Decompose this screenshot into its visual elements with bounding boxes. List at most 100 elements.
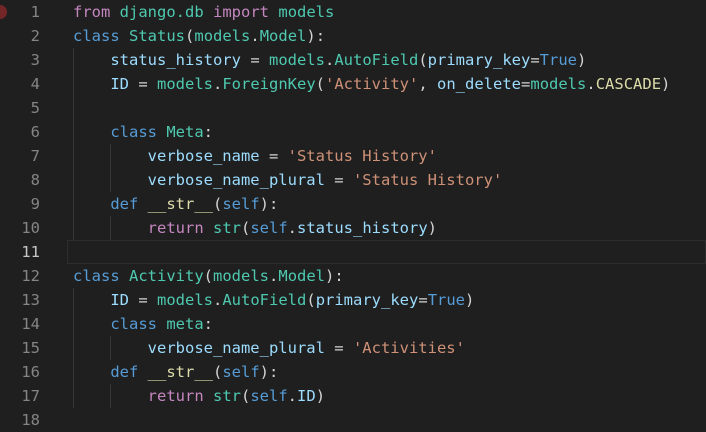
token-variable: on_delete xyxy=(437,75,522,93)
code-text[interactable]: ID = models.AutoField(primary_key=True) xyxy=(73,288,474,312)
code-line[interactable]: 9 def __str__(self): xyxy=(0,192,706,216)
line-number[interactable]: 13 xyxy=(0,288,40,312)
code-line[interactable]: 4 ID = models.ForeignKey('Activity', on_… xyxy=(0,72,706,96)
code-text[interactable]: from django.db import models xyxy=(73,0,334,24)
code-line[interactable]: 1 from django.db import models xyxy=(0,0,706,24)
code-line[interactable]: 18 xyxy=(0,408,706,432)
token-plain: . xyxy=(269,267,279,285)
token-type: models xyxy=(194,27,251,45)
code-line[interactable]: 2 class Status(models.Model): xyxy=(0,24,706,48)
token-keyword: def xyxy=(110,363,139,381)
code-text[interactable]: def __str__(self): xyxy=(73,192,278,216)
code-line[interactable]: 14 class meta: xyxy=(0,312,706,336)
line-number[interactable]: 8 xyxy=(0,168,40,192)
token-plain: ) xyxy=(315,387,326,405)
line-number[interactable]: 14 xyxy=(0,312,40,336)
token-type: models xyxy=(530,75,587,93)
code-text[interactable]: class Meta: xyxy=(73,120,213,144)
line-number[interactable]: 15 xyxy=(0,336,40,360)
token-keyword: self xyxy=(222,363,260,381)
token-keyword: True xyxy=(427,291,466,309)
token-function: CASCADE xyxy=(595,75,662,93)
line-number[interactable]: 9 xyxy=(0,192,40,216)
code-text[interactable]: return str(self.status_history) xyxy=(73,216,437,240)
token-variable: ID xyxy=(110,75,129,93)
token-string: 'Status History' xyxy=(352,171,503,189)
token-control: from xyxy=(73,3,111,21)
code-text[interactable]: return str(self.ID) xyxy=(73,384,325,408)
token-type: AutoField xyxy=(334,51,419,69)
code-line[interactable]: 13 ID = models.AutoField(primary_key=Tru… xyxy=(0,288,706,312)
code-text[interactable]: class Activity(models.Model): xyxy=(73,264,344,288)
line-number[interactable]: 6 xyxy=(0,120,40,144)
line-number[interactable]: 2 xyxy=(0,24,40,48)
token-keyword: class xyxy=(110,315,157,333)
code-text[interactable]: ID = models.ForeignKey('Activity', on_de… xyxy=(73,72,670,96)
token-variable: status_history xyxy=(110,51,241,69)
line-number[interactable]: 1 xyxy=(0,0,40,24)
code-text[interactable]: status_history = models.AutoField(primar… xyxy=(73,48,586,72)
token-plain: ( xyxy=(213,363,223,381)
line-number[interactable]: 4 xyxy=(0,72,40,96)
token-keyword: class xyxy=(73,27,120,45)
line-number[interactable]: 11 xyxy=(0,240,40,264)
code-area[interactable]: 1 from django.db import models 2 class Stat… xyxy=(0,0,706,432)
line-number[interactable]: 16 xyxy=(0,360,40,384)
code-text[interactable]: class meta: xyxy=(73,312,213,336)
token-plain: = xyxy=(324,339,353,357)
code-line[interactable]: 6 class Meta: xyxy=(0,120,706,144)
code-text[interactable]: verbose_name_plural = 'Activities' xyxy=(73,336,465,360)
token-type: AutoField xyxy=(222,291,307,309)
token-type: str xyxy=(213,219,241,237)
line-number[interactable]: 10 xyxy=(0,216,40,240)
code-line[interactable]: 11 xyxy=(0,240,706,264)
token-keyword: self xyxy=(250,387,288,405)
token-string: 'Status History' xyxy=(287,147,437,165)
code-text[interactable]: class Status(models.Model): xyxy=(73,24,325,48)
code-line[interactable]: 17 return str(self.ID) xyxy=(0,384,706,408)
code-line[interactable]: 5 xyxy=(0,96,706,120)
token-plain: ( xyxy=(185,27,195,45)
code-line[interactable]: 3 status_history = models.AutoField(prim… xyxy=(0,48,706,72)
token-keyword: self xyxy=(250,219,288,237)
code-text[interactable]: verbose_name_plural = 'Status History' xyxy=(73,168,503,192)
line-number[interactable]: 3 xyxy=(0,48,40,72)
code-text[interactable]: def __str__(self): xyxy=(73,360,278,384)
token-plain: ) xyxy=(661,75,671,93)
line-number[interactable]: 12 xyxy=(0,264,40,288)
indent-guide xyxy=(73,96,74,120)
token-type: Activity xyxy=(129,267,204,285)
token-plain: ) xyxy=(427,219,438,237)
code-line[interactable]: 10 return str(self.status_history) xyxy=(0,216,706,240)
token-plain: , xyxy=(418,75,438,93)
token-type: ForeignKey xyxy=(222,75,316,93)
code-line[interactable]: 12 class Activity(models.Model): xyxy=(0,264,706,288)
token-variable: verbose_name xyxy=(147,147,260,165)
token-variable: status_history xyxy=(297,219,428,237)
token-variable: verbose_name_plural xyxy=(147,339,325,357)
line-number[interactable]: 17 xyxy=(0,384,40,408)
line-number[interactable]: 7 xyxy=(0,144,40,168)
code-line[interactable]: 15 verbose_name_plural = 'Activities' xyxy=(0,336,706,360)
token-plain: = xyxy=(324,171,353,189)
code-text[interactable]: verbose_name = 'Status History' xyxy=(73,144,437,168)
line-number[interactable]: 18 xyxy=(0,408,40,432)
line-number[interactable]: 5 xyxy=(0,96,40,120)
code-line[interactable]: 7 verbose_name = 'Status History' xyxy=(0,144,706,168)
token-control: return xyxy=(147,219,204,237)
token-plain: = xyxy=(129,291,157,309)
code-line[interactable]: 8 verbose_name_plural = 'Status History' xyxy=(0,168,706,192)
code-line[interactable]: 16 def __str__(self): xyxy=(0,360,706,384)
token-type: django.db xyxy=(119,3,204,21)
token-plain: ( xyxy=(315,75,326,93)
token-type: meta xyxy=(166,315,204,333)
